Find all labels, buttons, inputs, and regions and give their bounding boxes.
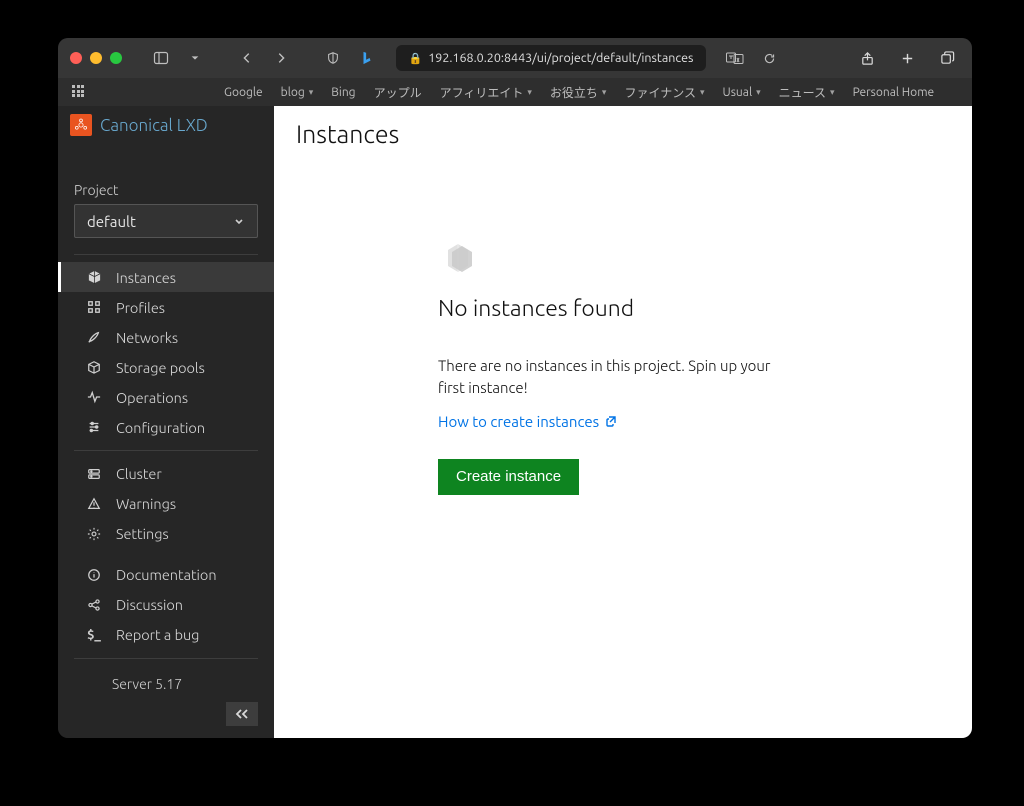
page-title: Instances [296, 120, 950, 148]
bookmark-apple[interactable]: アップル [374, 84, 422, 101]
sidebar-item-operations[interactable]: Operations [58, 382, 274, 412]
server-icon [86, 467, 102, 481]
sliders-icon [86, 420, 102, 434]
sidebar-item-label: Instances [116, 269, 176, 286]
bookmark-news[interactable]: ニュース▾ [779, 84, 835, 101]
chevron-down-icon: ▾ [830, 87, 835, 98]
window-controls [70, 52, 122, 64]
brand[interactable]: Canonical LXD [58, 106, 274, 144]
sidebar-item-label: Settings [116, 525, 169, 542]
server-version: Server 5.17 [58, 666, 274, 702]
maximize-window-button[interactable] [110, 52, 122, 64]
bookmark-personal-home[interactable]: Personal Home [853, 86, 935, 99]
app-body: Canonical LXD Project default Instances [58, 106, 972, 738]
tabs-overview-button[interactable] [934, 45, 960, 71]
sidebar-item-label: Cluster [116, 465, 162, 482]
url-bar[interactable]: 🔒 192.168.0.20:8443/ui/project/default/i… [396, 45, 706, 71]
chevron-down-icon: ▾ [756, 87, 761, 98]
bookmarks-bar: Google blog▾ Bing アップル アフィリエイト▾ お役立ち▾ ファ… [58, 78, 972, 106]
grid-icon [86, 300, 102, 314]
lock-icon: 🔒 [409, 52, 423, 65]
sidebar-item-label: Networks [116, 329, 178, 346]
bookmark-finance[interactable]: ファイナンス▾ [624, 84, 704, 101]
project-label: Project [74, 182, 258, 198]
chevron-down-icon: ▾ [527, 87, 532, 98]
bookmark-affiliate[interactable]: アフィリエイト▾ [440, 84, 532, 101]
sidebar-item-discussion[interactable]: Discussion [58, 590, 274, 620]
new-tab-button[interactable] [894, 45, 920, 71]
sidebar-item-documentation[interactable]: Documentation [58, 560, 274, 590]
cube-icon [86, 270, 102, 285]
project-selected-value: default [87, 213, 136, 230]
empty-description: There are no instances in this project. … [438, 355, 778, 399]
sidebar-item-label: Documentation [116, 566, 217, 583]
instances-empty-icon [438, 238, 478, 278]
sidebar-item-report-bug[interactable]: $_ Report a bug [58, 620, 274, 650]
sidebar-item-label: Operations [116, 389, 188, 406]
sidebar-toggle-button[interactable] [148, 45, 174, 71]
project-select[interactable]: default [74, 204, 258, 238]
create-instance-button[interactable]: Create instance [438, 459, 579, 495]
reload-button[interactable] [756, 45, 782, 71]
close-window-button[interactable] [70, 52, 82, 64]
bookmark-useful[interactable]: お役立ち▾ [550, 84, 607, 101]
brush-icon [86, 330, 102, 344]
bug-icon: $_ [86, 628, 102, 642]
sidebar-item-settings[interactable]: Settings [58, 519, 274, 549]
gear-icon [86, 527, 102, 541]
sidebar-item-storage-pools[interactable]: Storage pools [58, 352, 274, 382]
minimize-window-button[interactable] [90, 52, 102, 64]
sidebar-item-instances[interactable]: Instances [58, 262, 274, 292]
chevron-down-icon: ▾ [309, 87, 314, 98]
sidebar-item-configuration[interactable]: Configuration [58, 412, 274, 442]
nav-forward-button[interactable] [268, 45, 294, 71]
external-link-icon [605, 415, 617, 427]
chevron-down-icon [233, 215, 245, 227]
bing-icon[interactable] [354, 45, 380, 71]
sidebar-item-label: Report a bug [116, 626, 199, 643]
translate-button[interactable] [722, 45, 748, 71]
activity-icon [86, 390, 102, 404]
warning-icon [86, 497, 102, 511]
info-icon [86, 568, 102, 582]
sidebar-item-profiles[interactable]: Profiles [58, 292, 274, 322]
sidebar-item-cluster[interactable]: Cluster [58, 459, 274, 489]
chevron-down-icon: ▾ [700, 87, 705, 98]
package-icon [86, 360, 102, 374]
bookmark-usual[interactable]: Usual▾ [723, 86, 761, 99]
sidebar-item-label: Discussion [116, 596, 183, 613]
share-icon [86, 598, 102, 612]
how-to-create-instances-link[interactable]: How to create instances [438, 413, 617, 430]
share-button[interactable] [854, 45, 880, 71]
apps-grid-icon[interactable] [72, 85, 86, 99]
url-text: 192.168.0.20:8443/ui/project/default/ins… [428, 51, 693, 65]
browser-window: 🔒 192.168.0.20:8443/ui/project/default/i… [58, 38, 972, 738]
tab-dropdown-button[interactable] [182, 45, 208, 71]
main-content: Instances No instances found There are n… [274, 106, 972, 738]
empty-state: No instances found There are no instance… [438, 238, 778, 495]
empty-heading: No instances found [438, 296, 778, 321]
sidebar-item-networks[interactable]: Networks [58, 322, 274, 352]
sidebar-item-label: Configuration [116, 419, 205, 436]
sidebar-item-warnings[interactable]: Warnings [58, 489, 274, 519]
sidebar-item-label: Warnings [116, 495, 176, 512]
bookmark-bing[interactable]: Bing [331, 86, 355, 99]
nav-back-button[interactable] [234, 45, 260, 71]
brand-title: Canonical LXD [100, 116, 208, 135]
chevron-down-icon: ▾ [602, 87, 607, 98]
collapse-sidebar-button[interactable] [226, 702, 258, 726]
bookmark-blog[interactable]: blog▾ [281, 86, 314, 99]
browser-titlebar: 🔒 192.168.0.20:8443/ui/project/default/i… [58, 38, 972, 78]
sidebar: Canonical LXD Project default Instances [58, 106, 274, 738]
lxd-logo-icon [70, 114, 92, 136]
sidebar-item-label: Storage pools [116, 359, 205, 376]
sidebar-item-label: Profiles [116, 299, 165, 316]
bookmark-google[interactable]: Google [224, 86, 263, 99]
shield-icon[interactable] [320, 45, 346, 71]
